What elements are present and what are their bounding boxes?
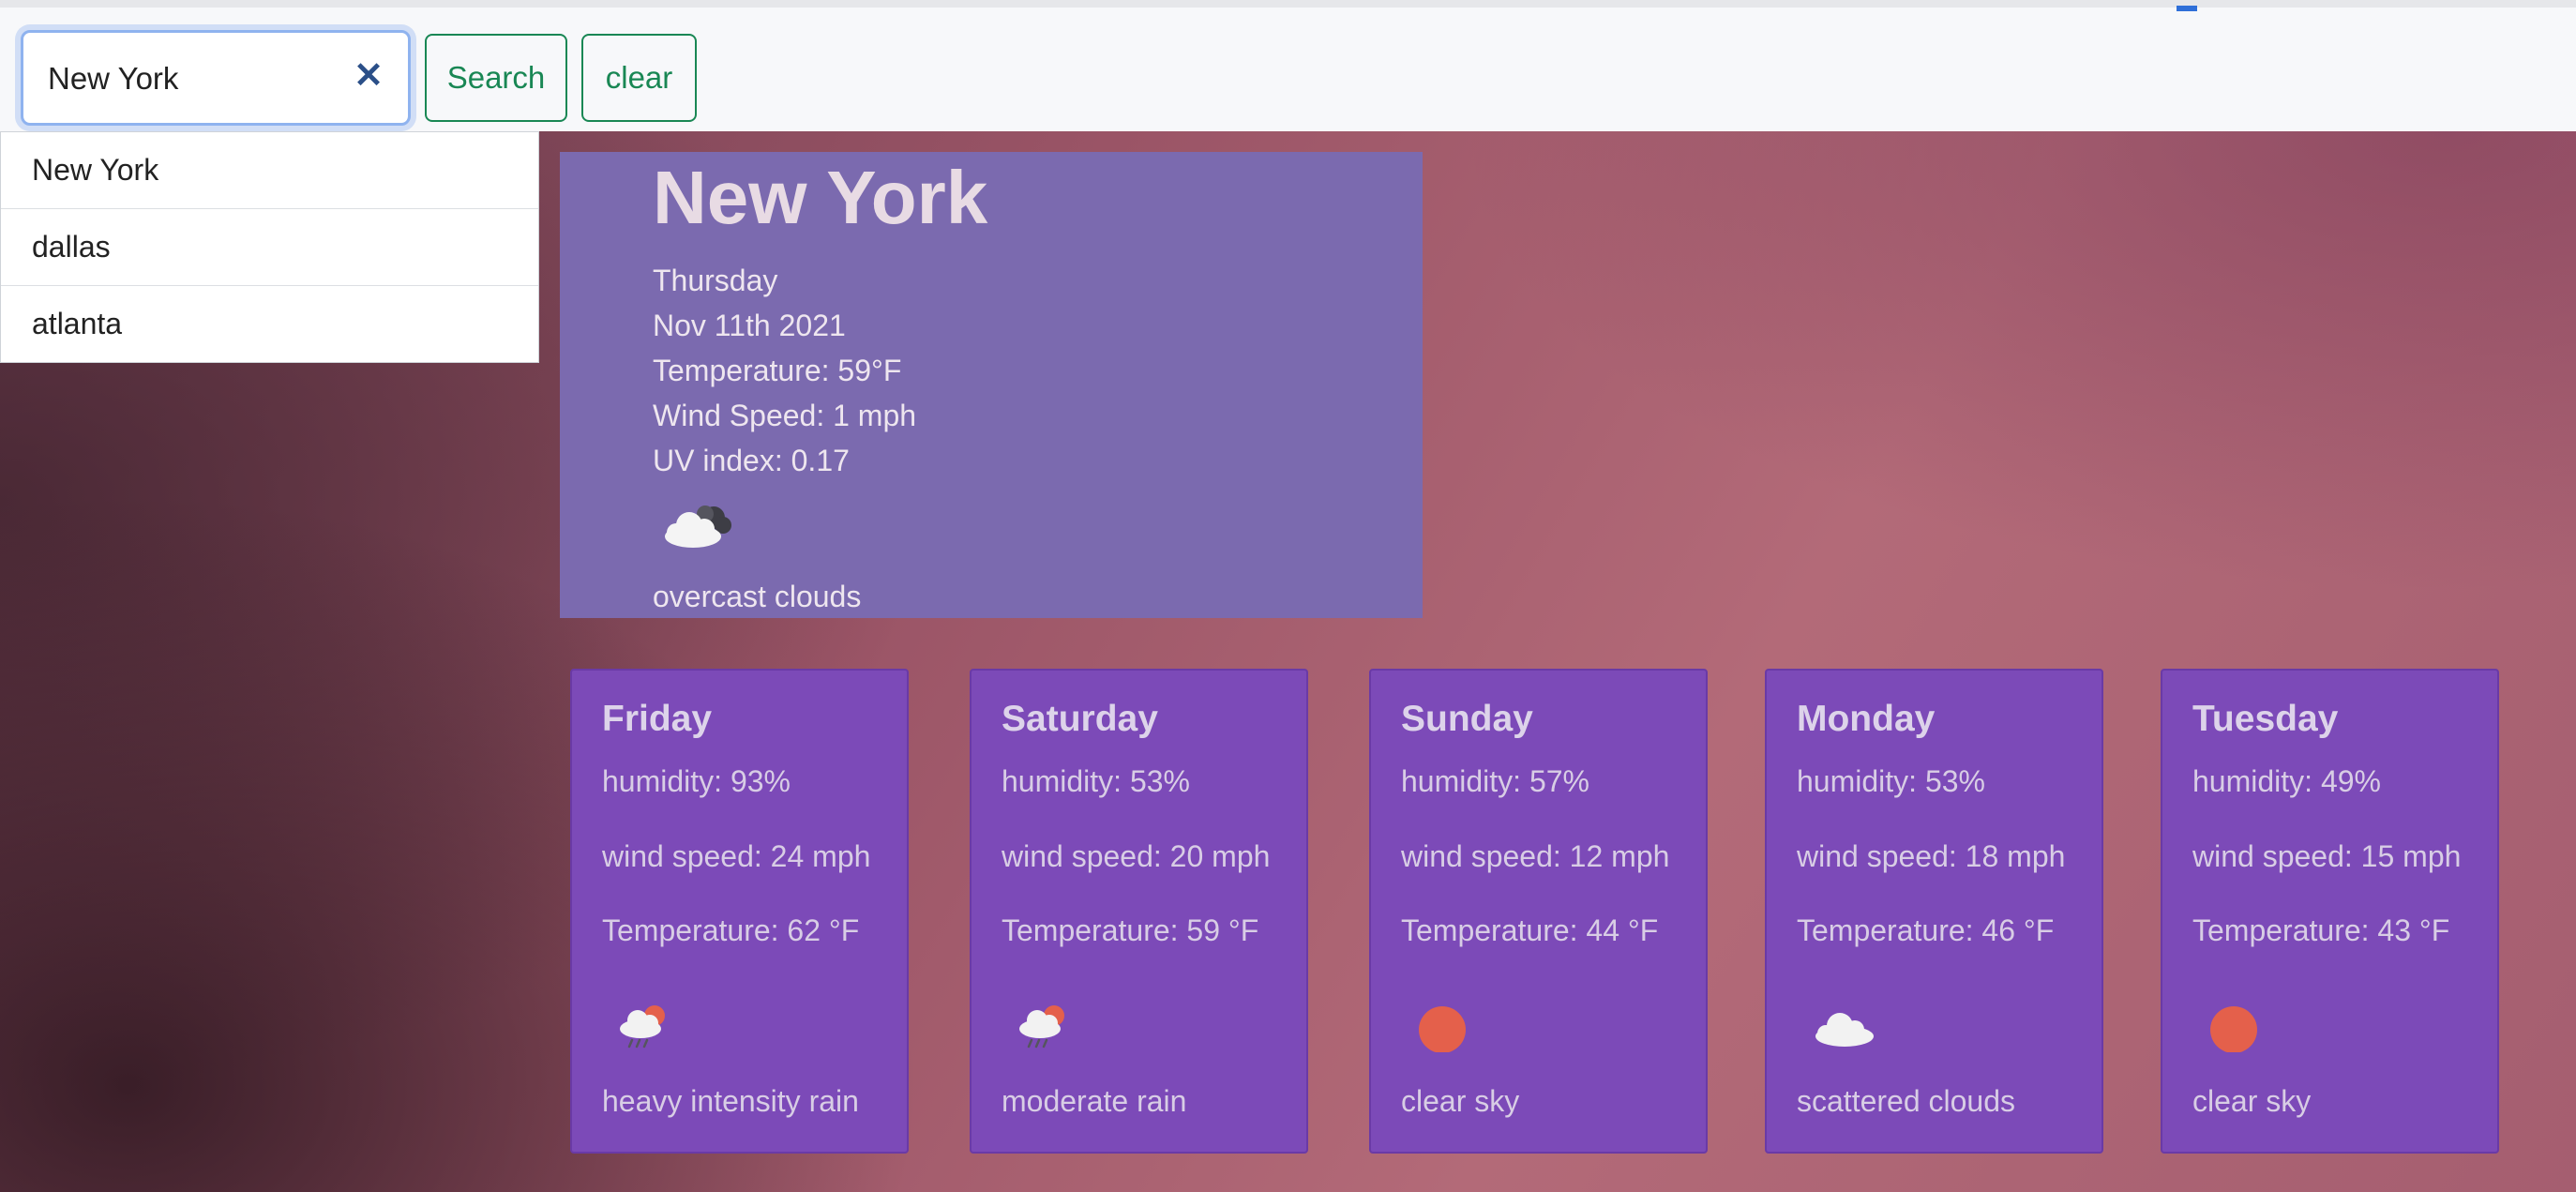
history-item[interactable]: atlanta [1,286,538,362]
forecast-card: Tuesday humidity: 49% wind speed: 15 mph… [2161,669,2499,1154]
forecast-humidity: humidity: 49% [2192,764,2381,798]
current-wind-speed: Wind Speed: 1 mph [653,399,917,432]
forecast-card: Monday humidity: 53% wind speed: 18 mph … [1765,669,2103,1154]
forecast-description: scattered clouds [1797,1084,2016,1118]
current-weather-panel: New York Thursday Nov 11th 2021 Temperat… [560,152,1423,618]
search-input[interactable] [46,50,359,108]
forecast-temperature: Temperature: 44 °F [1401,913,1659,947]
forecast-wind-speed: wind speed: 15 mph [2192,839,2462,873]
history-item[interactable]: New York [1,132,538,209]
forecast-temperature: Temperature: 62 °F [602,913,860,947]
clear-button[interactable]: clear [581,34,697,122]
forecast-card: Saturday humidity: 53% wind speed: 20 mp… [970,669,1308,1154]
forecast-humidity: humidity: 53% [1002,764,1190,798]
current-temperature: Temperature: 59°F [653,354,902,387]
forecast-wind-speed: wind speed: 24 mph [602,839,871,873]
clear-input-icon[interactable]: ✕ [350,57,387,95]
rain-cloud-sun-icon [617,1003,673,1057]
browser-edge-mark [2177,6,2197,11]
search-button[interactable]: Search [425,34,567,122]
search-bar: ✕ Search clear [0,0,2576,131]
rain-cloud-sun-icon [1017,1003,1073,1057]
current-date: Nov 11th 2021 [653,309,846,342]
search-field[interactable]: ✕ [21,30,411,126]
forecast-temperature: Temperature: 59 °F [1002,913,1259,947]
forecast-card: Sunday humidity: 57% wind speed: 12 mph … [1369,669,1708,1154]
forecast-description: moderate rain [1002,1084,1187,1118]
forecast-day: Tuesday [2192,699,2339,739]
forecast-day: Sunday [1401,699,1533,739]
cloud-icon [1812,1003,1877,1057]
forecast-card: Friday humidity: 93% wind speed: 24 mph … [570,669,909,1154]
current-description: overcast clouds [653,580,862,613]
forecast-humidity: humidity: 57% [1401,764,1589,798]
forecast-humidity: humidity: 53% [1797,764,1985,798]
forecast-description: clear sky [1401,1084,1520,1118]
forecast-wind-speed: wind speed: 18 mph [1797,839,2066,873]
history-item[interactable]: dallas [1,209,538,286]
overcast-clouds-icon [661,497,736,558]
forecast-day: Friday [602,699,713,739]
forecast-wind-speed: wind speed: 20 mph [1002,839,1271,873]
forecast-day: Monday [1797,699,1936,739]
sun-icon [1416,1003,1472,1057]
current-day: Thursday [653,264,778,297]
sun-icon [2207,1003,2264,1057]
search-history-list: New York dallas atlanta [0,131,539,363]
forecast-temperature: Temperature: 46 °F [1797,913,2055,947]
forecast-description: clear sky [2192,1084,2312,1118]
city-name: New York [653,156,988,239]
forecast-temperature: Temperature: 43 °F [2192,913,2450,947]
forecast-day: Saturday [1002,699,1158,739]
forecast-wind-speed: wind speed: 12 mph [1401,839,1670,873]
current-uv-index: UV index: 0.17 [653,444,850,477]
forecast-humidity: humidity: 93% [602,764,791,798]
forecast-description: heavy intensity rain [602,1084,859,1118]
